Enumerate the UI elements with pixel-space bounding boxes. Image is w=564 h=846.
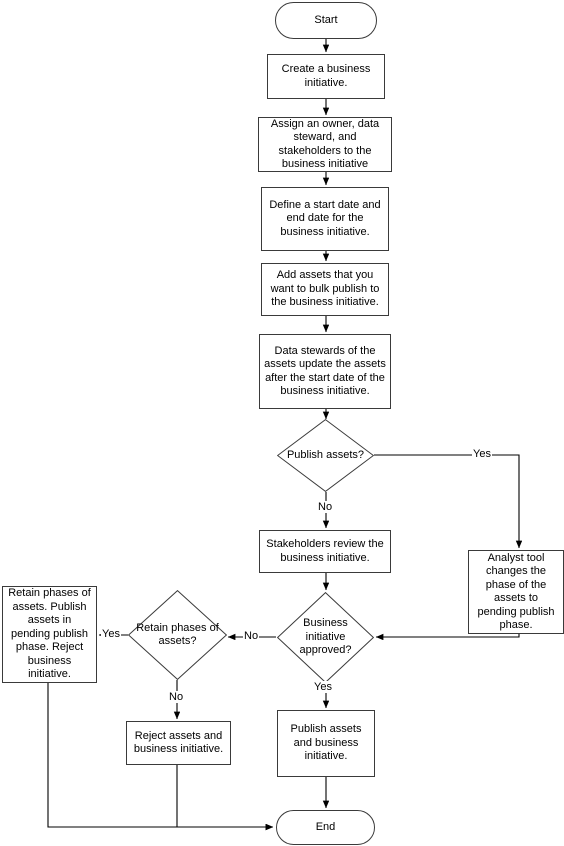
- node-start[interactable]: Start: [275, 2, 377, 39]
- node-business-initiative-approved-decision[interactable]: Business initiative approved?: [277, 592, 374, 683]
- edge-analyst-to-approved-q: [375, 633, 520, 641]
- node-reject-assets-label: Reject assets and business initiative.: [133, 729, 224, 756]
- edge-label-retain-yes: Yes: [101, 628, 121, 640]
- node-data-stewards-update-label: Data stewards of the assets update the a…: [264, 344, 386, 398]
- node-define-dates-label: Define a start date and end date for the…: [269, 198, 381, 238]
- node-assign-owner-label: Assign an owner, data steward, and stake…: [270, 117, 380, 171]
- node-end-label: End: [315, 820, 336, 833]
- edge-label-retain-no: No: [168, 691, 185, 703]
- flowchart-canvas: Start Create a business initiative. Assi…: [0, 0, 564, 846]
- node-publish-assets-decision[interactable]: Publish assets?: [277, 419, 374, 492]
- edge-publish-q-yes-to-analyst: [374, 454, 523, 549]
- node-retain-phases-decision[interactable]: Retain phases of assets?: [128, 590, 227, 680]
- node-publish-assets-decision-label: Publish assets?: [286, 448, 365, 461]
- node-add-assets[interactable]: Add assets that you want to bulk publish…: [261, 263, 389, 316]
- node-create-business-initiative[interactable]: Create a business initiative.: [267, 54, 385, 99]
- node-retain-phases-publish-pending[interactable]: Retain phases of assets. Publish assets …: [2, 586, 97, 683]
- node-create-business-initiative-label: Create a business initiative.: [281, 63, 371, 89]
- node-define-start-end-dates[interactable]: Define a start date and end date for the…: [261, 187, 389, 251]
- node-reject-assets-and-initiative[interactable]: Reject assets and business initiative.: [126, 721, 231, 765]
- edge-label-publish-assets-no: No: [317, 501, 334, 513]
- node-start-label: Start: [314, 13, 338, 26]
- edge-label-publish-assets-yes: Yes: [472, 448, 492, 460]
- node-retain-phases-decision-label: Retain phases of assets?: [136, 621, 219, 648]
- edge-reject-to-end: [176, 765, 274, 831]
- node-analyst-tool-pending-publish[interactable]: Analyst tool changes the phase of the as…: [468, 550, 564, 634]
- node-data-stewards-update-assets[interactable]: Data stewards of the assets update the a…: [259, 334, 391, 409]
- node-retain-phases-publish-label: Retain phases of assets. Publish assets …: [8, 587, 91, 681]
- node-end[interactable]: End: [276, 810, 375, 845]
- node-stakeholders-review[interactable]: Stakeholders review the business initiat…: [259, 530, 391, 573]
- node-add-assets-label: Add assets that you want to bulk publish…: [270, 269, 380, 309]
- node-stakeholders-review-label: Stakeholders review the business initiat…: [266, 538, 384, 564]
- node-assign-owner-steward-stakeholders[interactable]: Assign an owner, data steward, and stake…: [258, 117, 392, 172]
- edge-label-approved-yes: Yes: [313, 681, 333, 693]
- node-publish-assets-and-initiative[interactable]: Publish assets and business initiative.: [277, 710, 375, 777]
- node-analyst-tool-label: Analyst tool changes the phase of the as…: [477, 551, 555, 632]
- edge-label-approved-no: No: [243, 630, 260, 642]
- node-approved-decision-label: Business initiative approved?: [299, 617, 352, 657]
- node-publish-assets-label: Publish assets and business initiative.: [290, 723, 362, 763]
